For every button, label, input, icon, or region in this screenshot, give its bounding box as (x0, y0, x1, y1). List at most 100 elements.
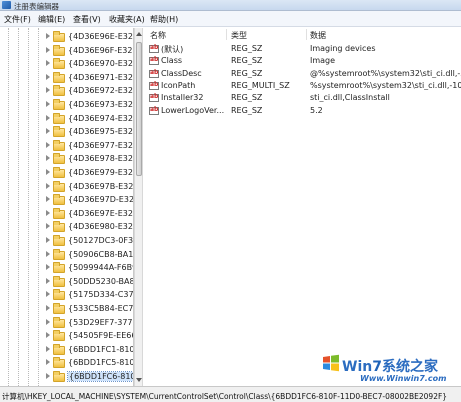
expand-arrow-icon[interactable] (46, 155, 50, 162)
tree-item-label: {6BDD1FC1-810F (68, 344, 134, 354)
menu-favorites[interactable]: 收藏夹(A) (109, 14, 145, 25)
tree-item[interactable]: {4D36E97E-E325 (0, 207, 133, 220)
expand-arrow-icon[interactable] (46, 264, 50, 271)
expand-arrow-icon[interactable] (46, 277, 50, 284)
expand-arrow-icon[interactable] (46, 87, 50, 94)
tree-item[interactable]: {4D36E971-E325 (0, 71, 133, 84)
column-header-type[interactable]: 类型 (231, 30, 247, 41)
tree-item[interactable]: {4D36E97B-E325 (0, 180, 134, 193)
value-name: Class (161, 56, 183, 66)
value-data: Image (310, 56, 336, 66)
tree-item[interactable]: {53D29EF7-377C (0, 316, 133, 329)
column-header-data[interactable]: 数据 (310, 30, 326, 41)
expand-arrow-icon[interactable] (46, 196, 50, 203)
value-row[interactable]: ClassDesc REG_SZ @%systemroot%\system32\st… (146, 67, 461, 80)
expand-arrow-icon[interactable] (46, 318, 50, 325)
expand-arrow-icon[interactable] (46, 141, 50, 148)
value-type: REG_SZ (231, 68, 263, 78)
column-header-name[interactable]: 名称 (150, 30, 166, 41)
menu-edit[interactable]: 编辑(E) (38, 14, 65, 25)
tree-item[interactable]: {50127DC3-0F36 (0, 234, 133, 247)
value-name: ClassDesc (161, 68, 202, 78)
expand-arrow-icon[interactable] (46, 60, 50, 67)
column-divider[interactable] (306, 29, 307, 40)
expand-arrow-icon[interactable] (46, 114, 50, 121)
tree-item[interactable]: {4D36E974-E325 (0, 112, 133, 125)
value-row[interactable]: Installer32 REG_SZ sti_ci.dll,ClassInstall (146, 91, 461, 104)
watermark-brand: Win7系统之家 (342, 359, 438, 375)
tree-item[interactable]: {533C5B84-EC70 (0, 302, 134, 315)
tree-item[interactable]: {54505F9E-EE66 (0, 329, 133, 342)
string-value-icon (149, 44, 159, 53)
value-row[interactable]: (默认)REG_SZImaging devices (146, 42, 461, 55)
tree-item-label: {4D36E973-E325 (68, 100, 134, 109)
tree-item[interactable]: {4D36E977-E325 (0, 139, 133, 152)
tree-item[interactable]: {6BDD1FC1-810F (0, 343, 134, 356)
expand-arrow-icon[interactable] (46, 46, 50, 53)
folder-icon (53, 126, 65, 138)
expand-arrow-icon[interactable] (46, 182, 50, 189)
scroll-thumb[interactable] (136, 42, 142, 176)
value-data: Imaging devices (310, 44, 376, 53)
tree-item[interactable]: {6BDD1FC5-810F (0, 356, 133, 369)
tree-item[interactable]: {5099944A-F6B9 (0, 261, 133, 274)
tree-item[interactable]: {4D36E978-E325 (0, 152, 133, 165)
tree-item[interactable]: {50DD5230-BA8A (0, 275, 134, 288)
expand-arrow-icon[interactable] (46, 250, 50, 257)
key-tree[interactable]: {4D36E96E-E325 {4D36E96F-E325 {4D36E970-E3… (0, 28, 134, 386)
tree-item[interactable]: {4D36E972-E325 (0, 84, 133, 97)
expand-arrow-icon[interactable] (46, 305, 50, 311)
menu-view[interactable]: 查看(V) (73, 14, 101, 25)
value-type: REG_SZ (231, 44, 263, 53)
expand-arrow-icon[interactable] (46, 128, 50, 135)
expand-arrow-icon[interactable] (46, 73, 50, 80)
expand-arrow-icon[interactable] (46, 332, 50, 339)
tree-item[interactable]: {4D36E973-E325 (0, 98, 134, 111)
tree-item[interactable]: {4D36E975-E325 (0, 125, 133, 138)
tree-item[interactable]: {4D36E970-E325 (0, 57, 133, 70)
expand-arrow-icon[interactable] (46, 237, 50, 243)
value-row[interactable]: Class REG_SZ Image (146, 54, 461, 67)
value-data: 5.2 (310, 105, 323, 115)
watermark: Win7系统之家 Www.Winwin7.com (322, 352, 461, 386)
tree-item[interactable]: {4D36E980-E325 (0, 220, 133, 233)
tree-item[interactable]: {4D36E96E-E325 (0, 30, 133, 43)
tree-item[interactable]: {4D36E979-E325 (0, 166, 134, 179)
value-name: IconPath (161, 80, 196, 90)
string-value-icon (149, 81, 159, 90)
folder-icon (53, 139, 65, 151)
scroll-down-arrow-icon[interactable] (136, 376, 142, 384)
menu-file[interactable]: 文件(F) (4, 14, 31, 25)
tree-item-label: {4D36E97B-E325 (68, 181, 134, 191)
value-data: @%systemroot%\system32\sti_ci.dll,-5 (310, 68, 461, 78)
values-list[interactable]: 名称 类型 数据 (默认)REG_SZImaging devicesClassR… (146, 28, 461, 386)
tree-item[interactable]: {6BDD1FC6-810I (0, 370, 133, 383)
tree-item[interactable]: {4D36E96F-E325 (0, 44, 133, 57)
menu-help[interactable]: 帮助(H) (150, 14, 178, 25)
folder-icon (53, 180, 65, 192)
value-row[interactable]: IconPath REG_MULTI_SZ %systemroot%\system3… (146, 79, 461, 92)
tree-scrollbar[interactable] (134, 28, 143, 386)
tree-item[interactable]: {5175D334-C371 (0, 288, 133, 301)
expand-arrow-icon[interactable] (46, 291, 50, 298)
folder-icon (53, 303, 65, 314)
expand-arrow-icon[interactable] (46, 33, 50, 39)
expand-arrow-icon[interactable] (46, 169, 50, 175)
value-name: LowerLogoVer... (161, 105, 225, 115)
tree-item[interactable]: {50906CB8-BA12 (0, 248, 133, 261)
value-row[interactable]: LowerLogoVer... REG_SZ 5.2 (146, 104, 461, 117)
tree-item[interactable]: {4D36E97D-E325 (0, 193, 133, 206)
expand-arrow-icon[interactable] (46, 359, 50, 366)
expand-arrow-icon[interactable] (46, 223, 50, 230)
tree-item-label: {4D36E979-E325 (68, 168, 134, 177)
column-headers: 名称 类型 数据 (146, 28, 461, 41)
column-divider[interactable] (226, 29, 227, 40)
expand-arrow-icon[interactable] (46, 101, 50, 107)
tree-item-label: {50DD5230-BA8A (68, 276, 134, 286)
tree-item-label: {533C5B84-EC70 (68, 304, 134, 313)
folder-icon (53, 167, 65, 178)
scroll-up-arrow-icon[interactable] (136, 30, 142, 38)
expand-arrow-icon[interactable] (46, 345, 50, 352)
expand-arrow-icon[interactable] (46, 373, 50, 379)
expand-arrow-icon[interactable] (46, 209, 50, 216)
